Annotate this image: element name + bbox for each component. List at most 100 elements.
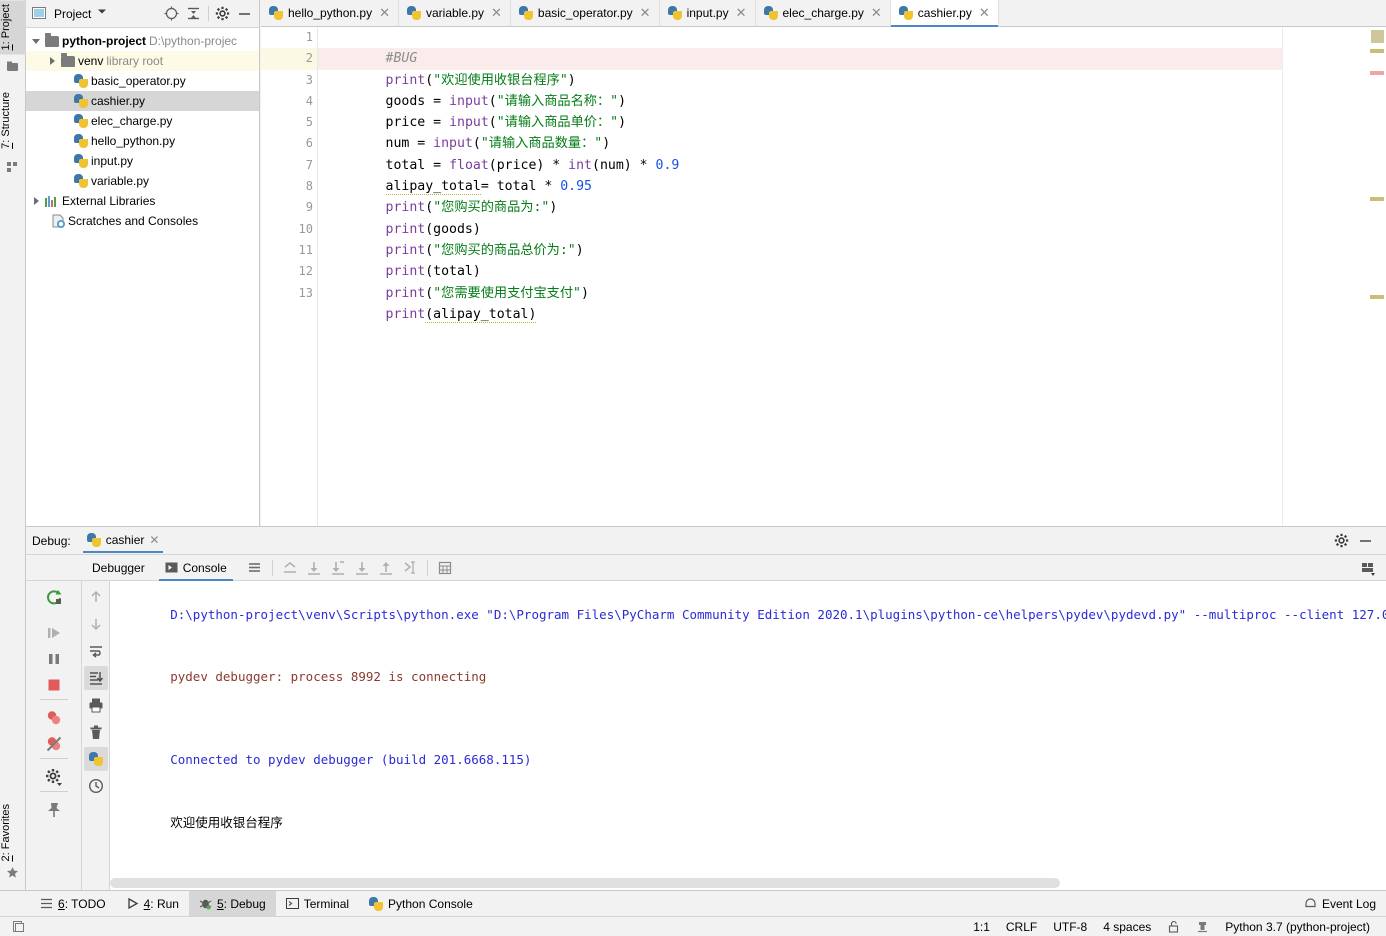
step-out-up-icon[interactable] bbox=[374, 556, 398, 580]
collapse-all-icon[interactable] bbox=[186, 6, 202, 22]
editor-tab-cashier[interactable]: cashier.py ✕ bbox=[890, 0, 999, 27]
step-into-icon[interactable] bbox=[326, 556, 350, 580]
close-icon[interactable]: ✕ bbox=[149, 533, 159, 547]
down-arrow-icon[interactable] bbox=[84, 612, 108, 636]
close-icon[interactable]: ✕ bbox=[489, 5, 502, 21]
stripe-marker-square[interactable] bbox=[1371, 30, 1384, 43]
bottom-tab-debug[interactable]: 5: Debug bbox=[188, 890, 276, 917]
gutter-line-breakpoint[interactable]: 2 bbox=[261, 48, 337, 70]
scrollbar-thumb[interactable] bbox=[110, 878, 1060, 888]
bottom-tab-label: : TODO bbox=[64, 896, 106, 911]
settings-icon[interactable] bbox=[42, 765, 66, 789]
code-token: ( bbox=[425, 72, 434, 88]
up-arrow-icon[interactable] bbox=[84, 585, 108, 609]
editor-error-stripe[interactable] bbox=[1282, 27, 1386, 526]
history-icon[interactable] bbox=[84, 774, 108, 798]
code-token: = total * bbox=[480, 179, 561, 195]
trash-icon[interactable] bbox=[84, 720, 108, 744]
tree-node-basic-operator[interactable]: basic_operator.py bbox=[26, 71, 259, 91]
code-token: total = bbox=[385, 157, 450, 173]
show-options-menu-icon[interactable] bbox=[243, 556, 267, 580]
file-encoding[interactable]: UTF-8 bbox=[1045, 920, 1095, 934]
caret-position[interactable]: 1:1 bbox=[965, 920, 998, 934]
close-icon[interactable]: ✕ bbox=[977, 5, 990, 21]
gear-icon[interactable] bbox=[215, 6, 231, 22]
stripe-marker-warning[interactable] bbox=[1370, 197, 1384, 201]
close-icon[interactable]: ✕ bbox=[734, 5, 747, 21]
console-horizontal-scrollbar[interactable] bbox=[110, 876, 1386, 890]
layout-icon[interactable] bbox=[1356, 556, 1380, 580]
console-actions-sidebar bbox=[82, 581, 110, 891]
stop-icon[interactable] bbox=[42, 673, 66, 697]
editor-tab-variable[interactable]: variable.py ✕ bbox=[398, 0, 511, 26]
tree-node-variable[interactable]: variable.py bbox=[26, 171, 259, 191]
editor-tab-basic-operator[interactable]: basic_operator.py ✕ bbox=[510, 0, 660, 26]
git-branch-icon[interactable] bbox=[1188, 920, 1217, 933]
debug-session-tab-cashier[interactable]: cashier ✕ bbox=[79, 530, 168, 553]
minimize-icon[interactable] bbox=[1358, 533, 1374, 549]
bottom-tab-todo[interactable]: 6: TODO bbox=[30, 891, 116, 917]
tree-node-venv[interactable]: venv library root bbox=[26, 51, 259, 71]
tree-node-input[interactable]: input.py bbox=[26, 151, 259, 171]
tool-window-tab-project[interactable]: 1: Project bbox=[0, 0, 26, 55]
tab-console[interactable]: Console bbox=[155, 555, 237, 581]
close-icon[interactable]: ✕ bbox=[869, 5, 882, 21]
editor-gutter[interactable]: 1 2 3 4 5 6 7 8 9 10 11 12 13 bbox=[261, 27, 337, 526]
scroll-to-end-icon[interactable] bbox=[83, 666, 108, 690]
tool-tab-label: : Project bbox=[0, 4, 12, 45]
tree-node-external-libraries[interactable]: External Libraries bbox=[26, 191, 259, 211]
indent-setting[interactable]: 4 spaces bbox=[1095, 920, 1159, 934]
target-icon[interactable] bbox=[164, 6, 180, 22]
tree-node-elec-charge[interactable]: elec_charge.py bbox=[26, 111, 259, 131]
stripe-marker-warning[interactable] bbox=[1370, 49, 1384, 53]
close-icon[interactable]: ✕ bbox=[638, 5, 651, 21]
chevron-down-icon[interactable] bbox=[32, 36, 42, 46]
bottom-tab-terminal[interactable]: Terminal bbox=[276, 891, 359, 917]
bottom-tab-python-console[interactable]: Python Console bbox=[359, 891, 483, 917]
lock-open-icon[interactable] bbox=[1159, 920, 1188, 933]
step-out-icon[interactable] bbox=[278, 556, 302, 580]
pause-program-icon[interactable] bbox=[42, 647, 66, 671]
gear-icon[interactable] bbox=[1334, 533, 1350, 549]
bottom-tab-label: Python Console bbox=[388, 896, 473, 911]
mute-breakpoints-icon[interactable] bbox=[42, 732, 66, 756]
status-bar-left-icon[interactable] bbox=[8, 920, 25, 933]
bottom-tab-run[interactable]: 4: Run bbox=[116, 891, 189, 917]
line-separator[interactable]: CRLF bbox=[998, 920, 1045, 934]
print-icon[interactable] bbox=[84, 693, 108, 717]
soft-wrap-icon[interactable] bbox=[84, 639, 108, 663]
tree-node-python-project[interactable]: python-project D:\python-projec bbox=[26, 31, 259, 51]
run-to-cursor-icon[interactable] bbox=[398, 556, 422, 580]
stripe-marker-error[interactable] bbox=[1370, 71, 1384, 75]
tool-window-tab-structure[interactable]: 7: Structure bbox=[0, 88, 26, 153]
resume-program-icon[interactable] bbox=[42, 621, 66, 645]
event-log-button[interactable]: Event Log bbox=[1294, 891, 1386, 917]
tool-window-tab-favorites[interactable]: 2: Favorites bbox=[0, 800, 26, 865]
tree-node-cashier[interactable]: cashier.py bbox=[26, 91, 259, 111]
force-step-into-icon[interactable] bbox=[350, 556, 374, 580]
console-output[interactable]: D:\python-project\venv\Scripts\python.ex… bbox=[110, 581, 1386, 876]
editor-tab-hello-python[interactable]: hello_python.py ✕ bbox=[261, 0, 399, 26]
editor-tab-elec-charge[interactable]: elec_charge.py ✕ bbox=[755, 0, 891, 26]
minimize-icon[interactable] bbox=[237, 6, 253, 22]
code-token: #BUG bbox=[385, 51, 418, 67]
chevron-right-icon[interactable] bbox=[48, 56, 58, 66]
rerun-icon[interactable] bbox=[42, 585, 66, 609]
pin-tab-icon[interactable] bbox=[42, 798, 66, 822]
code-token: print bbox=[385, 285, 426, 301]
tab-debugger[interactable]: Debugger bbox=[82, 555, 155, 581]
chevron-right-icon[interactable] bbox=[32, 196, 42, 206]
evaluate-expression-icon[interactable] bbox=[433, 556, 457, 580]
tree-node-hello-python[interactable]: hello_python.py bbox=[26, 131, 259, 151]
python-interpreter[interactable]: Python 3.7 (python-project) bbox=[1217, 920, 1378, 934]
tree-node-scratches-and-consoles[interactable]: Scratches and Consoles bbox=[26, 211, 259, 231]
code-editor[interactable]: 1 2 3 4 5 6 7 8 9 10 11 12 13 #BUG print… bbox=[261, 27, 1386, 526]
code-text-area[interactable]: #BUG print("欢迎使用收银台程序") goods = input("请… bbox=[317, 27, 1282, 526]
stripe-marker-warning[interactable] bbox=[1370, 295, 1384, 299]
step-over-icon[interactable] bbox=[302, 556, 326, 580]
chevron-down-icon[interactable] bbox=[97, 6, 107, 22]
python-console-icon[interactable] bbox=[83, 747, 108, 771]
editor-tab-input[interactable]: input.py ✕ bbox=[659, 0, 756, 26]
view-breakpoints-icon[interactable] bbox=[42, 706, 66, 730]
close-icon[interactable]: ✕ bbox=[377, 5, 390, 21]
